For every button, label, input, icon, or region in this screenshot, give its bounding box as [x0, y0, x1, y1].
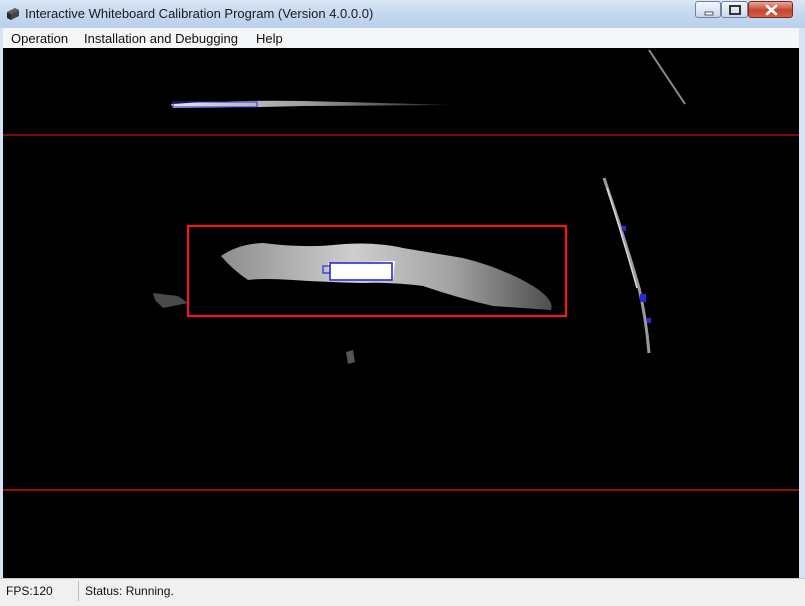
- menu-bar: Operation Installation and Debugging Hel…: [0, 28, 805, 49]
- menu-installation-debugging[interactable]: Installation and Debugging: [84, 31, 238, 46]
- right-marker-3: [647, 318, 651, 323]
- title-bar[interactable]: Interactive Whiteboard Calibration Progr…: [0, 0, 805, 29]
- left-glow: [153, 293, 188, 308]
- maximize-button[interactable]: [721, 1, 748, 18]
- small-glow: [346, 350, 355, 364]
- close-icon: [765, 4, 778, 16]
- minimize-button[interactable]: [695, 1, 721, 18]
- fps-readout: FPS:120: [6, 584, 53, 598]
- camera-view[interactable]: [3, 48, 799, 578]
- camera-image: [3, 49, 799, 491]
- menu-help[interactable]: Help: [256, 31, 283, 46]
- top-right-streak: [648, 49, 686, 105]
- right-marker-2: [640, 294, 646, 302]
- window-title: Interactive Whiteboard Calibration Progr…: [25, 6, 374, 21]
- menu-operation[interactable]: Operation: [11, 31, 68, 46]
- app-icon: [7, 8, 19, 20]
- right-diagonal-streak: [602, 177, 651, 354]
- status-separator: [78, 581, 79, 601]
- maximize-icon: [729, 5, 741, 15]
- status-bar: FPS:120 Status: Running.: [0, 578, 805, 606]
- minimize-icon: [704, 11, 714, 16]
- stroke-highlight: [328, 261, 395, 281]
- right-diagonal-core: [606, 187, 638, 289]
- close-button[interactable]: [748, 1, 793, 18]
- status-text: Status: Running.: [85, 584, 174, 598]
- window-frame-right: [799, 28, 805, 578]
- right-marker-1: [622, 226, 626, 231]
